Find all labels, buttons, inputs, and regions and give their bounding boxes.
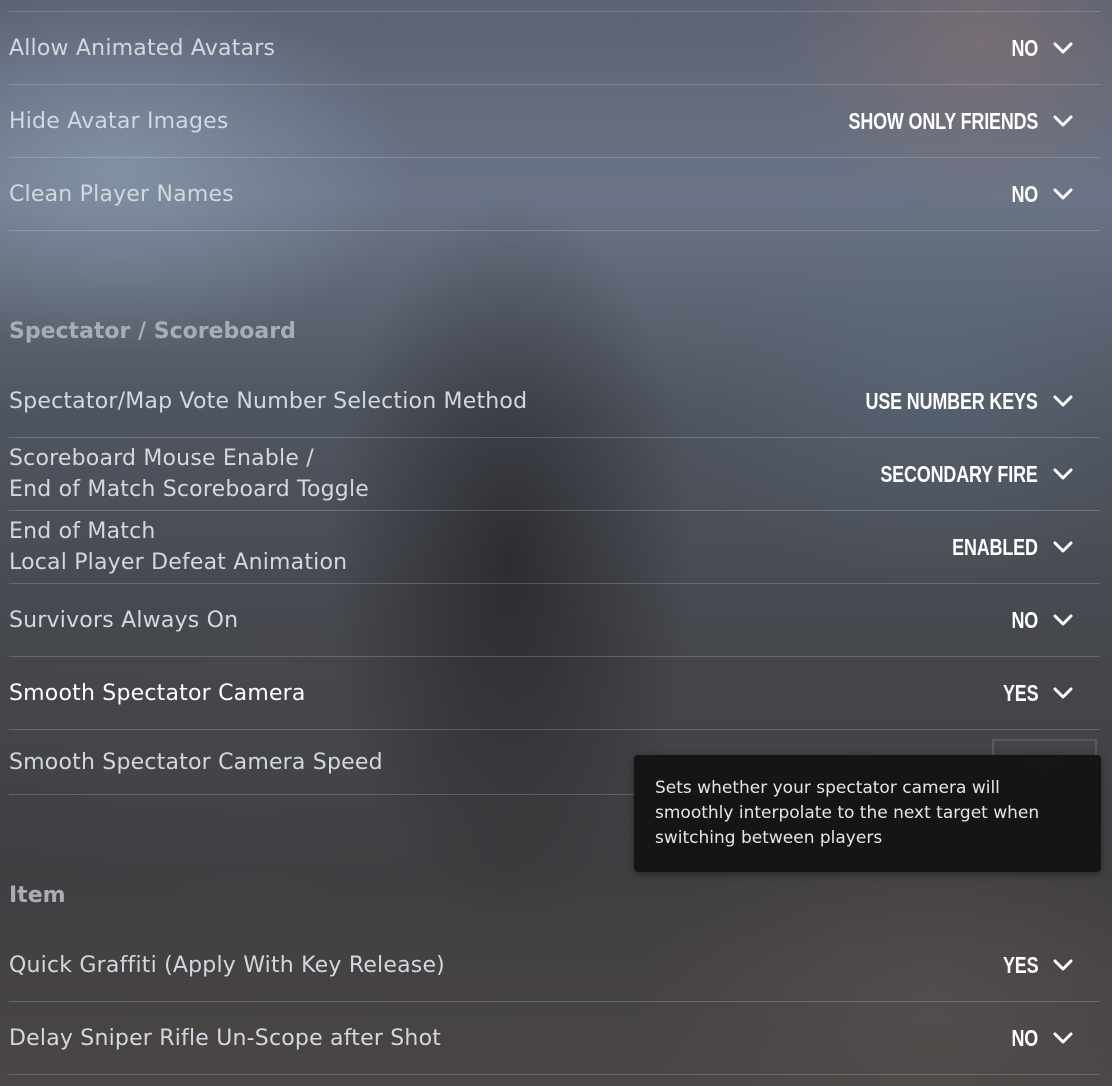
setting-row-allow-animated-avatars[interactable]: Allow Animated Avatars NO [9,12,1100,84]
chevron-down-icon [1052,682,1074,704]
chevron-down-icon [1052,536,1074,558]
dropdown-value: NO [1011,606,1038,633]
delay-sniper-unscope-dropdown[interactable]: NO [1004,1020,1074,1056]
setting-row-hide-avatar-images[interactable]: Hide Avatar Images SHOW ONLY FRIENDS [9,85,1100,157]
chevron-down-icon [1052,183,1074,205]
setting-row-survivors-always-on[interactable]: Survivors Always On NO [9,584,1100,656]
setting-row-scoreboard-mouse-enable[interactable]: Scoreboard Mouse Enable / End of Match S… [9,438,1100,510]
setting-row-defeat-animation[interactable]: End of Match Local Player Defeat Animati… [9,511,1100,583]
dropdown-value: NO [1011,1024,1038,1051]
setting-label: Quick Graffiti (Apply With Key Release) [9,953,445,978]
setting-row-spectator-number-selection[interactable]: Spectator/Map Vote Number Selection Meth… [9,365,1100,437]
tooltip-line: smoothly interpolate to the next target … [655,803,1040,823]
setting-label-line2: Local Player Defeat Animation [9,550,348,575]
quick-graffiti-dropdown[interactable]: YES [993,947,1074,983]
chevron-down-icon [1052,463,1074,485]
dropdown-value: NO [1011,34,1038,61]
dropdown-value: USE NUMBER KEYS [865,387,1038,414]
setting-label: Spectator/Map Vote Number Selection Meth… [9,389,528,414]
setting-label-line1: Scoreboard Mouse Enable / [9,446,314,471]
allow-animated-avatars-dropdown[interactable]: NO [1004,30,1074,66]
dropdown-value: ENABLED [952,533,1038,560]
setting-label-line2: End of Match Scoreboard Toggle [9,477,369,502]
setting-label: Hide Avatar Images [9,109,229,134]
smooth-spectator-camera-dropdown[interactable]: YES [993,675,1074,711]
chevron-down-icon [1052,110,1074,132]
chevron-down-icon [1052,954,1074,976]
chevron-down-icon [1052,1027,1074,1049]
tooltip: Sets whether your spectator camera will … [634,755,1101,872]
clean-player-names-dropdown[interactable]: NO [1004,176,1074,212]
dropdown-value: YES [1002,679,1039,706]
setting-label: Clean Player Names [9,182,234,207]
setting-row-quick-graffiti[interactable]: Quick Graffiti (Apply With Key Release) … [9,929,1100,1001]
chevron-down-icon [1052,37,1074,59]
setting-label: Smooth Spectator Camera [9,681,306,706]
dropdown-value: SECONDARY FIRE [880,460,1038,487]
setting-label-line1: End of Match [9,519,156,544]
setting-label: Survivors Always On [9,608,239,633]
survivors-always-on-dropdown[interactable]: NO [1004,602,1074,638]
chevron-down-icon [1052,390,1074,412]
divider [9,230,1100,231]
setting-row-smooth-spectator-camera[interactable]: Smooth Spectator Camera YES [9,657,1100,729]
setting-row-clean-player-names[interactable]: Clean Player Names NO [9,158,1100,230]
dropdown-value: YES [1002,951,1039,978]
dropdown-value: SHOW ONLY FRIENDS [848,107,1038,134]
setting-label: Delay Sniper Rifle Un-Scope after Shot [9,1026,442,1051]
tooltip-line: Sets whether your spectator camera will [655,778,1000,798]
dropdown-value: NO [1011,180,1038,207]
setting-label: Smooth Spectator Camera Speed [9,750,383,775]
setting-row-delay-sniper-unscope[interactable]: Delay Sniper Rifle Un-Scope after Shot N… [9,1002,1100,1074]
setting-label: Allow Animated Avatars [9,36,276,61]
number-selection-method-dropdown[interactable]: USE NUMBER KEYS [817,383,1074,419]
hide-avatar-images-dropdown[interactable]: SHOW ONLY FRIENDS [795,103,1074,139]
tooltip-line: switching between players [655,828,883,848]
section-title-item: Item [9,883,66,908]
chevron-down-icon [1052,609,1074,631]
defeat-animation-dropdown[interactable]: ENABLED [928,529,1074,565]
scoreboard-mouse-enable-dropdown[interactable]: SECONDARY FIRE [836,456,1074,492]
divider [9,1074,1100,1075]
section-title-spectator-scoreboard: Spectator / Scoreboard [9,319,296,344]
